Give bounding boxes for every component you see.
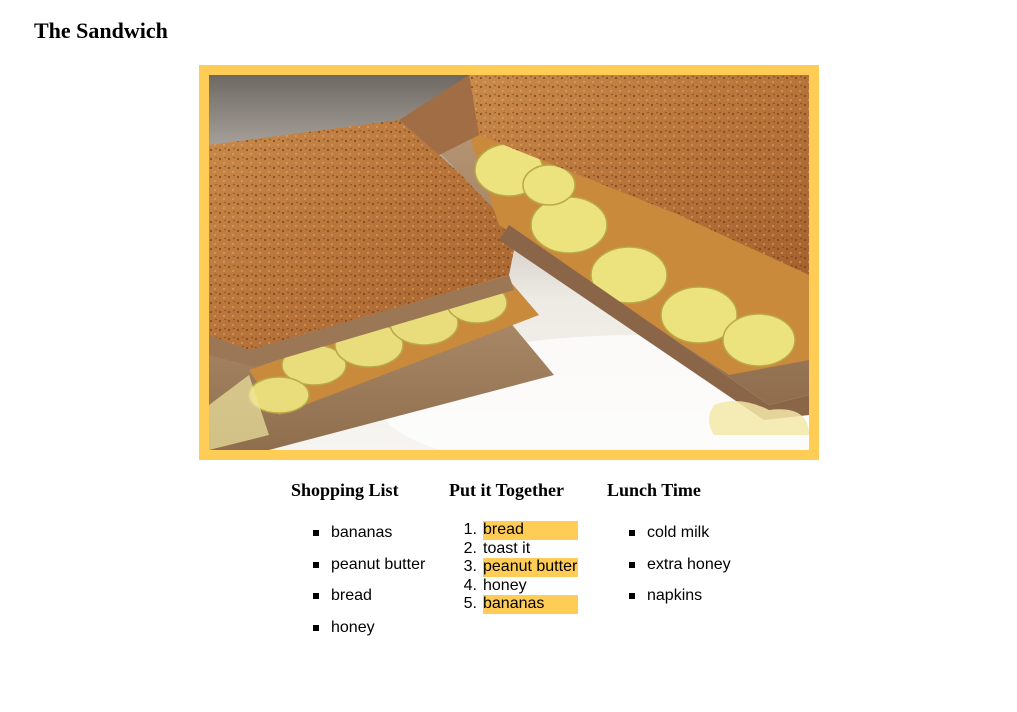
assembly-steps-heading: Put it Together: [449, 480, 564, 500]
list-item: napkins: [607, 586, 731, 605]
shopping-list-heading: Shopping List: [291, 480, 399, 500]
list-item: cold milk: [607, 523, 731, 542]
step-item: 3. peanut butter: [449, 558, 578, 577]
shopping-list: bananas peanut butter bread honey: [291, 523, 425, 637]
step-item: 4. honey: [449, 577, 578, 596]
square-bullet-icon: [629, 593, 635, 599]
step-text: peanut butter: [483, 558, 578, 577]
step-text: bread: [483, 521, 578, 540]
step-number: 4.: [463, 576, 477, 594]
step-item: 5. bananas: [449, 595, 578, 614]
list-item-label: peanut butter: [331, 555, 426, 573]
step-text: bananas: [483, 595, 578, 614]
step-text: toast it: [483, 539, 531, 557]
square-bullet-icon: [313, 530, 319, 536]
step-number: 3.: [463, 558, 477, 575]
step-item: 1. bread: [449, 521, 578, 540]
list-item-label: cold milk: [647, 524, 710, 541]
lunch-time-section: Lunch Time cold milk extra honey napkins: [607, 480, 731, 618]
square-bullet-icon: [629, 530, 635, 536]
list-item-label: extra honey: [647, 555, 731, 573]
lunch-list: cold milk extra honey napkins: [607, 523, 731, 605]
lunch-time-heading: Lunch Time: [607, 480, 701, 500]
assembly-steps-list: 1. bread 2. toast it 3. peanut butter 4. hon…: [449, 521, 578, 614]
sandwich-illustration: [209, 75, 809, 450]
list-item-label: honey: [331, 618, 375, 636]
list-item: bread: [291, 586, 425, 605]
sandwich-photo: [199, 65, 819, 460]
square-bullet-icon: [629, 561, 635, 568]
list-item-label: napkins: [647, 587, 703, 604]
assembly-steps-section: Put it Together 1. bread 2. toast it 3. pea…: [449, 480, 578, 614]
square-bullet-icon: [313, 593, 319, 599]
list-item: peanut butter: [291, 555, 425, 574]
shopping-list-section: Shopping List bananas peanut butter brea…: [291, 480, 425, 649]
list-item-label: bread: [331, 587, 372, 604]
list-item: bananas: [291, 523, 425, 542]
step-number: 1.: [463, 521, 477, 538]
list-item-label: bananas: [331, 524, 393, 541]
step-text: honey: [483, 576, 527, 594]
square-bullet-icon: [313, 624, 319, 631]
step-number: 2.: [463, 539, 477, 557]
step-item: 2. toast it: [449, 540, 578, 559]
step-number: 5.: [463, 595, 477, 612]
list-item: honey: [291, 618, 425, 637]
page-title: The Sandwich: [34, 18, 168, 43]
square-bullet-icon: [313, 561, 319, 568]
list-item: extra honey: [607, 555, 731, 574]
